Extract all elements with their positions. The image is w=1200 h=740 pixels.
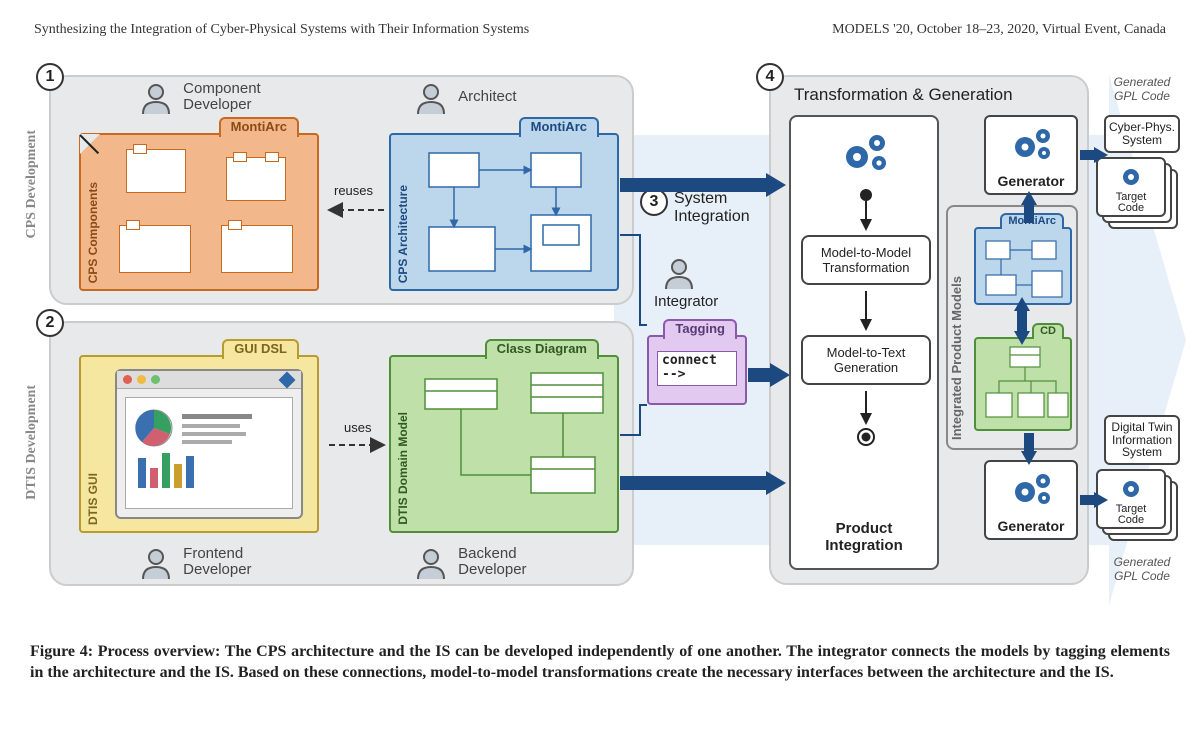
card-side-cps-components: CPS Components (86, 182, 100, 283)
gears-icon (839, 127, 893, 175)
user-icon (139, 545, 173, 579)
role-integrator (662, 255, 696, 293)
role-architect: Architect (414, 80, 517, 114)
diagram-canvas: CPS Development 1 DTIS Development 2 4 T… (14, 55, 1186, 625)
mini-tab-cd: CD (1032, 323, 1064, 339)
uses-label: uses (344, 420, 371, 435)
product-integration-column: Model-to-Model Transformation Model-to-T… (789, 115, 939, 570)
integrator-label: Integrator (654, 293, 718, 310)
tagging-tab: Tagging (663, 319, 737, 339)
user-icon (139, 80, 173, 114)
generator-bottom: Generator (984, 460, 1078, 540)
target-code-stack-top: Target Code (1096, 157, 1184, 235)
card-side-dtis-domain: DTIS Domain Model (396, 412, 410, 525)
step-4-badge: 4 (756, 63, 784, 91)
user-icon (662, 255, 696, 289)
gears-icon (1010, 123, 1056, 163)
label-generated-gpl-top: Generated GPL Code (1102, 75, 1182, 103)
out-dtis-system: Digital Twin Information System (1104, 415, 1180, 465)
box-m2m: Model-to-Model Transformation (801, 235, 931, 285)
step-3-badge: 3 (640, 188, 668, 216)
card-side-cps-architecture: CPS Architecture (396, 185, 410, 283)
architecture-mini-diagram (391, 135, 617, 289)
card-dtis-domain-model: Class Diagram DTIS Domain Model (389, 355, 619, 533)
card-tagging: Tagging connect --> (647, 335, 747, 405)
step-2-badge: 2 (36, 309, 64, 337)
mock-browser (115, 369, 303, 519)
label-generated-gpl-bottom: Generated GPL Code (1102, 555, 1182, 583)
header-left: Synthesizing the Integration of Cyber-Ph… (34, 22, 529, 38)
role-backend-developer: Backend Developer (414, 545, 527, 579)
step-1-badge: 1 (36, 63, 64, 91)
card-cps-architecture: MontiArc CPS Architecture (389, 133, 619, 291)
tagging-code: connect --> (657, 351, 737, 386)
card-tab-montiarc-2: MontiArc (519, 117, 599, 137)
user-icon (414, 545, 448, 579)
gear-icon (1118, 477, 1144, 501)
target-code-stack-bottom: Target Code (1096, 469, 1184, 547)
mini-card-montiarc: MontiArc (974, 227, 1072, 305)
card-side-dtis-gui: DTIS GUI (86, 473, 100, 525)
figure-caption: Figure 4: Process overview: The CPS arch… (30, 642, 1170, 684)
role-frontend-developer: Frontend Developer (139, 545, 252, 579)
role-component-developer: Component Developer (139, 80, 261, 114)
card-cps-components: .card-fold.cpsc::after{border-color:#c76… (79, 133, 319, 291)
vlabel-cps: CPS Development (24, 130, 40, 239)
out-cps-system: Cyber-Phys. System (1104, 115, 1180, 153)
class-diagram-mini (391, 357, 617, 531)
card-tab-class-diagram: Class Diagram (485, 339, 599, 359)
product-integration-label: Product Integration (791, 520, 937, 554)
generator-top: Generator (984, 115, 1078, 195)
mini-card-cd: CD (974, 337, 1072, 431)
panel4-title: Transformation & Generation (794, 85, 1013, 105)
vlabel-dtis: DTIS Development (24, 385, 40, 500)
card-dtis-gui: GUI DSL DTIS GUI (79, 355, 319, 533)
card-tab-gui-dsl: GUI DSL (222, 339, 299, 359)
gears-icon (1010, 468, 1056, 508)
system-integration-title: System Integration (674, 190, 750, 225)
header-right: MODELS '20, October 18–23, 2020, Virtual… (832, 22, 1166, 38)
card-tab-montiarc-1: MontiArc (219, 117, 299, 137)
box-m2t: Model-to-Text Generation (801, 335, 931, 385)
mini-tab-montiarc: MontiArc (1000, 213, 1064, 229)
gear-icon (1118, 165, 1144, 189)
reuses-label: reuses (334, 183, 373, 198)
user-icon (414, 80, 448, 114)
